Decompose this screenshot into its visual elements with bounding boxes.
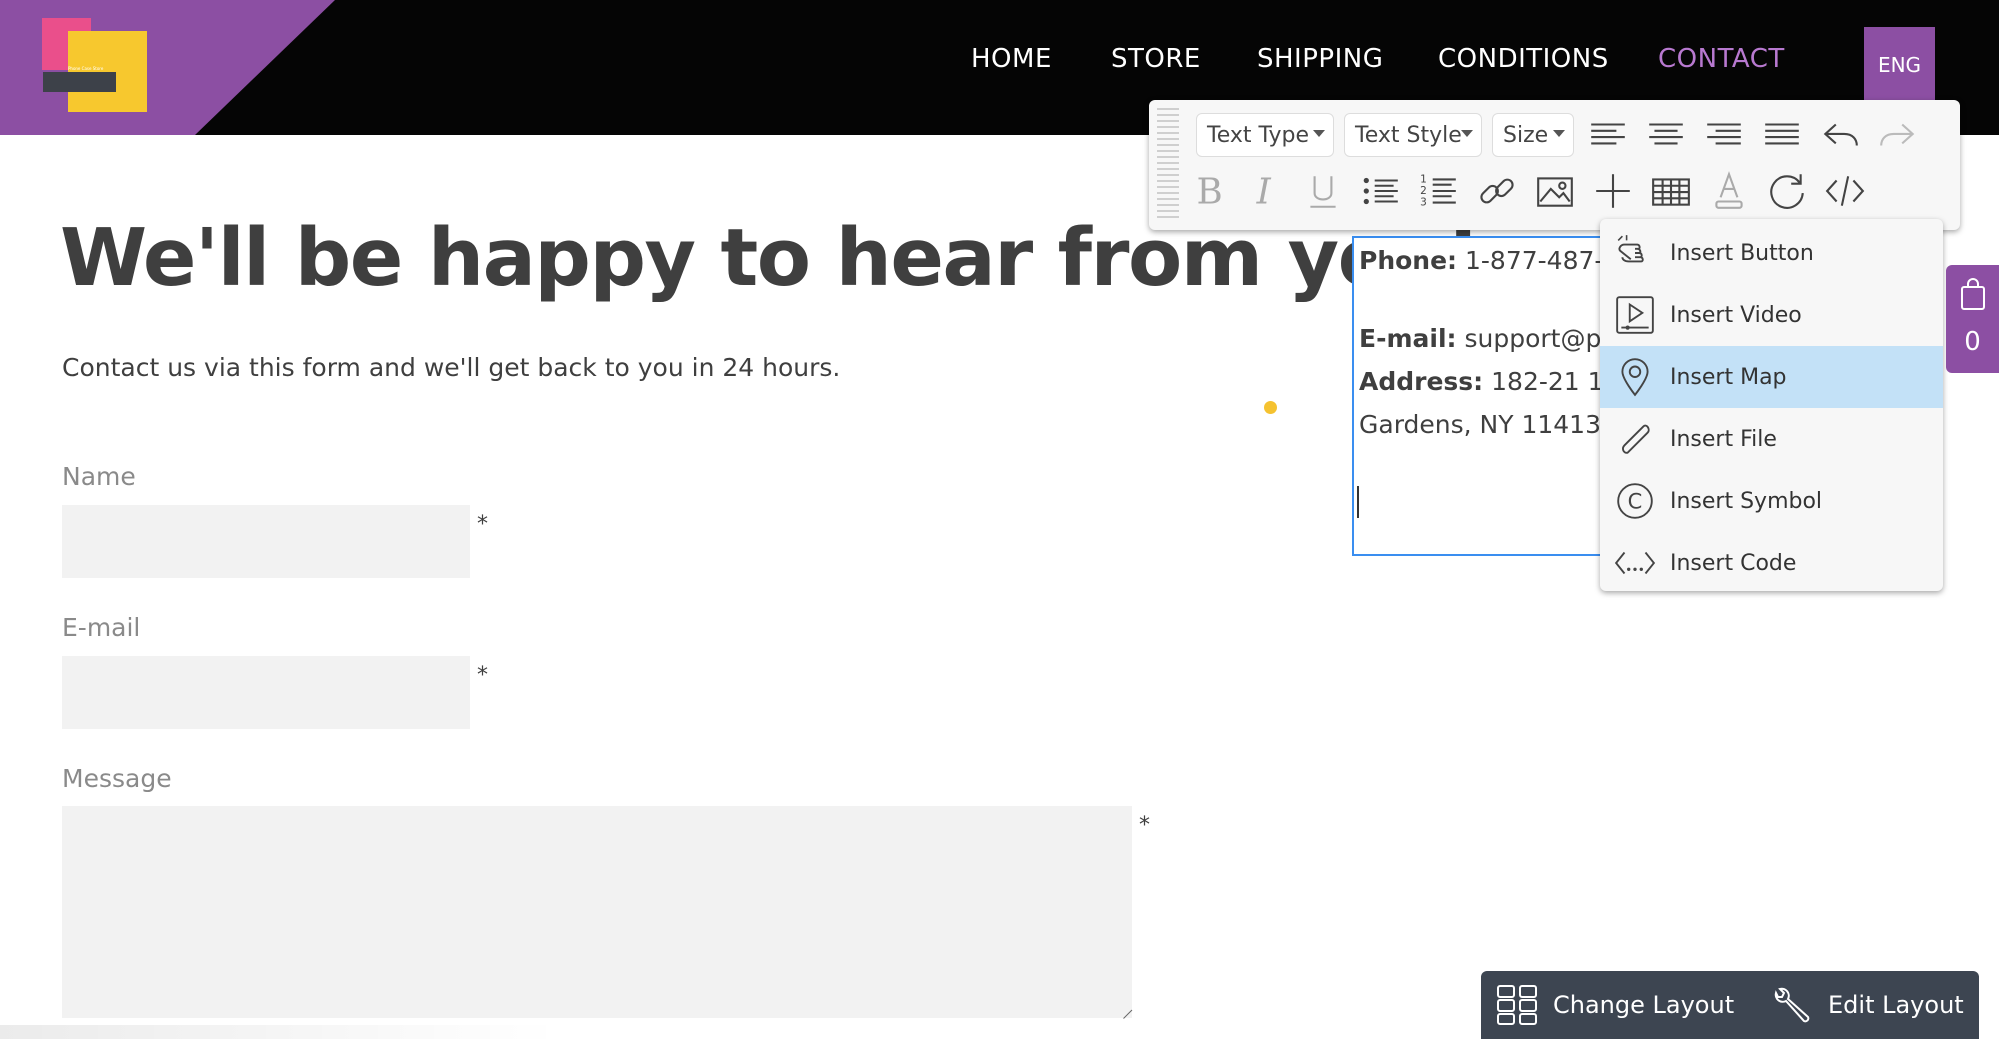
contact-email: E-mail: support@pho <box>1359 324 1610 353</box>
layout-toolbar: Change Layout Edit Layout <box>1481 971 1979 1039</box>
name-required-mark: * <box>477 512 488 537</box>
contact-info-editor[interactable]: Phone: 1-877-487-2 E-mail: support@pho A… <box>1352 236 1612 556</box>
video-play-icon <box>1612 292 1658 338</box>
contact-address-line2: Gardens, NY 11413 <box>1359 410 1601 439</box>
decorative-dot <box>1264 401 1277 414</box>
insert-menu: Insert Button Insert Video Insert Map In… <box>1600 219 1943 591</box>
message-required-mark: * <box>1139 813 1150 838</box>
code-icon[interactable] <box>1822 168 1868 214</box>
underline-icon[interactable] <box>1300 168 1346 214</box>
insert-file-item[interactable]: Insert File <box>1600 408 1943 470</box>
text-type-select[interactable]: Text Type <box>1196 113 1334 157</box>
cart-count: 0 <box>1964 327 1981 357</box>
bullet-list-icon[interactable] <box>1358 168 1404 214</box>
italic-icon[interactable]: I <box>1242 168 1288 214</box>
name-label: Name <box>62 462 136 491</box>
rich-text-toolbar: Text Type Text Style Size B I 123 <box>1149 100 1960 230</box>
svg-text:1: 1 <box>1420 174 1427 186</box>
contact-address: Address: 182-21 150 <box>1359 367 1610 396</box>
message-field[interactable] <box>62 806 1132 1018</box>
refresh-icon[interactable] <box>1764 168 1810 214</box>
address-value: 182-21 150 <box>1491 367 1610 396</box>
name-field[interactable] <box>62 505 470 578</box>
undo-icon[interactable] <box>1817 112 1863 158</box>
align-left-icon[interactable] <box>1585 112 1631 158</box>
address-label: Address: <box>1359 367 1484 396</box>
size-label: Size <box>1503 122 1549 148</box>
contact-phone: Phone: 1-877-487-2 <box>1359 246 1612 275</box>
nav-shipping[interactable]: SHIPPING <box>1257 44 1383 74</box>
layout-grid-icon <box>1497 985 1537 1025</box>
align-right-icon[interactable] <box>1701 112 1747 158</box>
page-subtitle: Contact us via this form and we'll get b… <box>62 353 841 382</box>
insert-button-item[interactable]: Insert Button <box>1600 222 1943 284</box>
nav-contact[interactable]: CONTACT <box>1658 44 1785 74</box>
redo-icon[interactable] <box>1875 112 1921 158</box>
align-justify-icon[interactable] <box>1759 112 1805 158</box>
email-label: E-mail <box>62 613 141 642</box>
svg-text:B: B <box>1197 172 1223 212</box>
insert-map-item[interactable]: Insert Map <box>1600 346 1943 408</box>
insert-code-label: Insert Code <box>1670 550 1797 576</box>
insert-symbol-item[interactable]: C Insert Symbol <box>1600 470 1943 532</box>
code-braces-icon <box>1612 540 1658 586</box>
insert-map-label: Insert Map <box>1670 364 1787 390</box>
email-info-label: E-mail: <box>1359 324 1457 353</box>
insert-video-label: Insert Video <box>1670 302 1802 328</box>
text-color-icon[interactable] <box>1706 168 1752 214</box>
bold-icon[interactable]: B <box>1184 168 1230 214</box>
change-layout-label: Change Layout <box>1553 991 1735 1019</box>
svg-text:3: 3 <box>1420 197 1427 209</box>
text-style-select[interactable]: Text Style <box>1344 113 1482 157</box>
message-label: Message <box>62 764 172 793</box>
link-icon[interactable] <box>1474 168 1520 214</box>
nav-home[interactable]: HOME <box>971 44 1052 74</box>
text-cursor <box>1357 486 1359 518</box>
edit-layout-button[interactable]: Edit Layout <box>1770 971 1964 1039</box>
plus-icon[interactable] <box>1590 168 1636 214</box>
table-icon[interactable] <box>1648 168 1694 214</box>
shopping-bag-icon <box>1961 278 1985 310</box>
svg-text:I: I <box>1256 172 1272 212</box>
phone-value: 1-877-487-2 <box>1465 246 1612 275</box>
phone-label: Phone: <box>1359 246 1458 275</box>
map-pin-icon <box>1612 354 1658 400</box>
page-bottom-shadow <box>0 1025 560 1039</box>
image-icon[interactable] <box>1532 168 1578 214</box>
email-required-mark: * <box>477 663 488 688</box>
toolbar-drag-handle[interactable] <box>1157 108 1179 220</box>
text-type-label: Text Type <box>1207 122 1310 148</box>
chevron-down-icon <box>1553 130 1565 137</box>
insert-file-label: Insert File <box>1670 426 1777 452</box>
email-field[interactable] <box>62 656 470 729</box>
copyright-symbol-icon: C <box>1612 478 1658 524</box>
wrench-icon <box>1774 987 1810 1023</box>
text-style-label: Text Style <box>1355 122 1462 148</box>
align-center-icon[interactable] <box>1643 112 1689 158</box>
edit-layout-label: Edit Layout <box>1828 991 1964 1019</box>
svg-text:C: C <box>1628 489 1643 513</box>
logo-text: Phone Case Store <box>68 66 104 71</box>
logo-dark-bar <box>43 72 116 92</box>
size-select[interactable]: Size <box>1492 113 1574 157</box>
chevron-down-icon <box>1461 130 1473 137</box>
insert-code-item[interactable]: Insert Code <box>1600 532 1943 594</box>
insert-button-label: Insert Button <box>1670 240 1814 266</box>
chevron-down-icon <box>1313 130 1325 137</box>
site-logo[interactable]: Phone Case Store <box>42 18 147 112</box>
svg-text:2: 2 <box>1420 185 1427 197</box>
insert-video-item[interactable]: Insert Video <box>1600 284 1943 346</box>
cart-button[interactable]: 0 <box>1946 265 1999 373</box>
numbered-list-icon[interactable]: 123 <box>1416 168 1462 214</box>
nav-store[interactable]: STORE <box>1111 44 1201 74</box>
nav-conditions[interactable]: CONDITIONS <box>1438 44 1609 74</box>
insert-symbol-label: Insert Symbol <box>1670 488 1823 514</box>
email-value: support@pho <box>1464 324 1610 353</box>
paperclip-icon <box>1612 416 1658 462</box>
change-layout-button[interactable]: Change Layout <box>1495 971 1734 1039</box>
pointer-hand-icon <box>1612 230 1658 276</box>
